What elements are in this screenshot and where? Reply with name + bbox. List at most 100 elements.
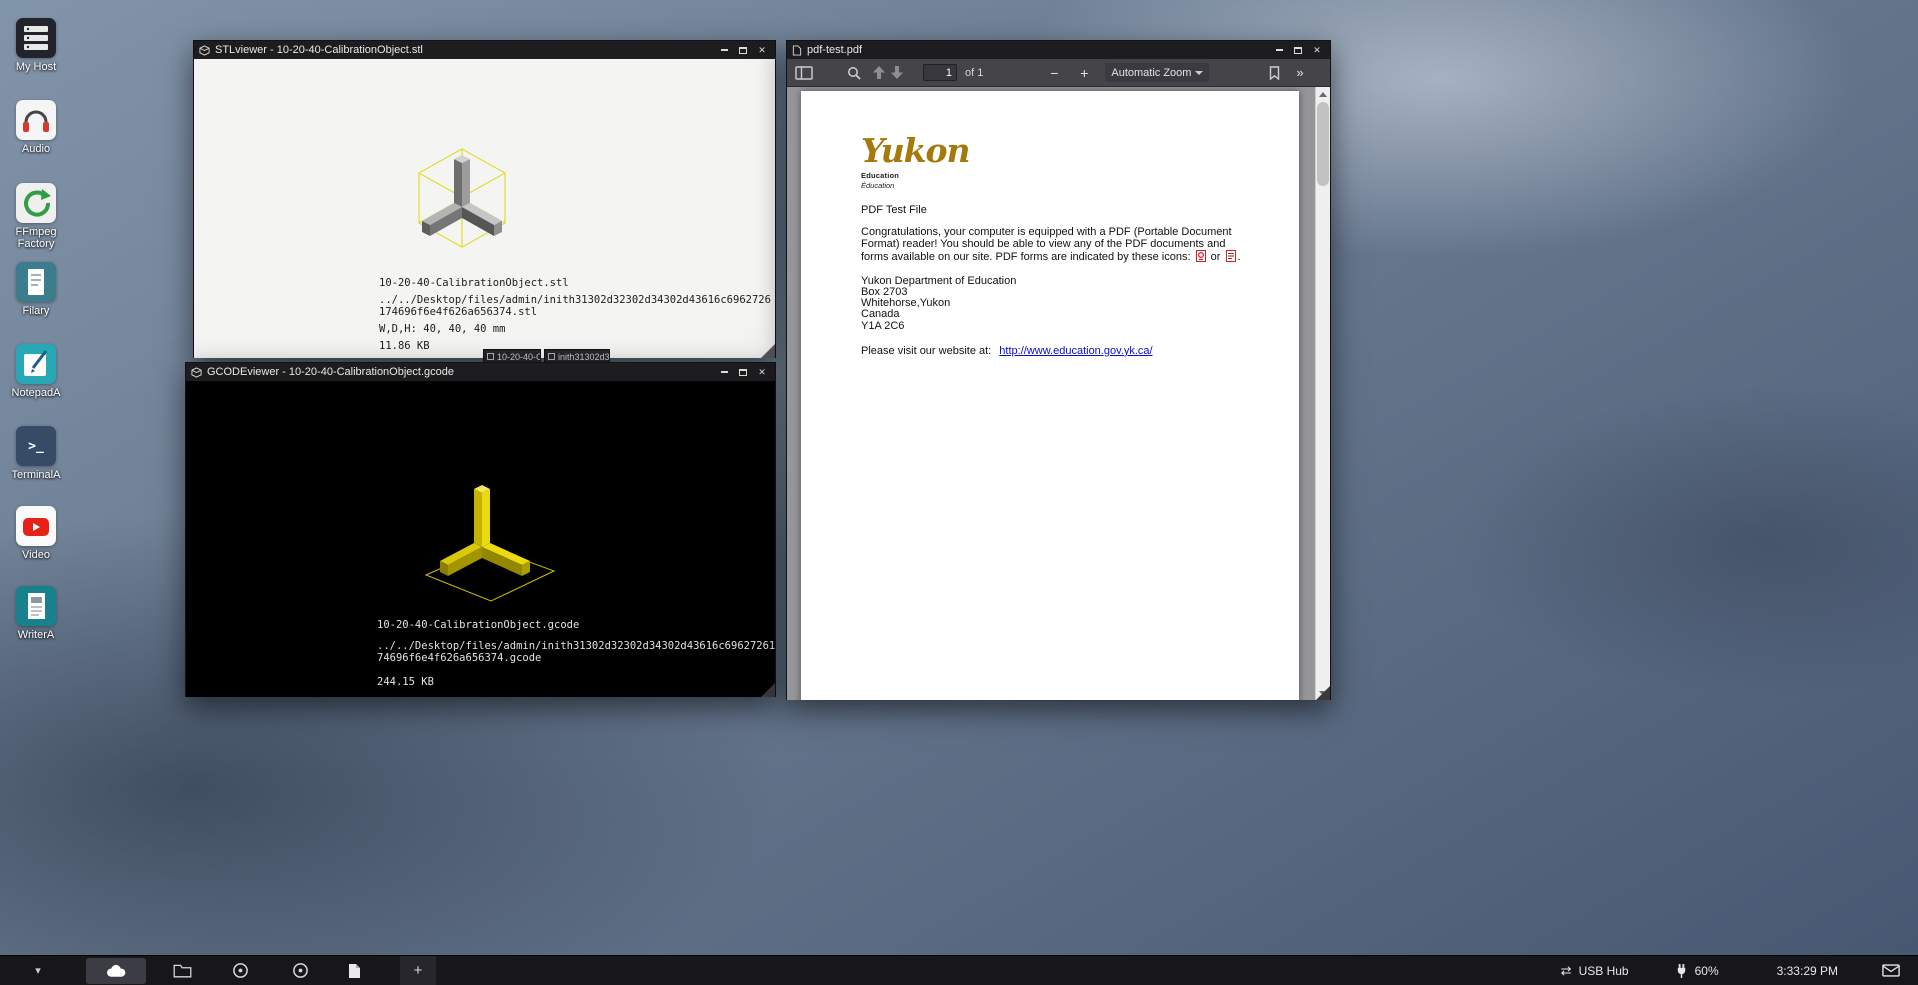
gcode-viewport[interactable]: 10-20-40-CalibrationObject.gcode ../../D… — [186, 381, 775, 697]
close-button[interactable]: ✕ — [754, 44, 770, 57]
fragment-title: inith31302d3 — [558, 352, 610, 362]
taskbar-new-button[interactable]: + — [400, 956, 436, 985]
desktop-icon-video[interactable]: Video — [0, 506, 72, 561]
next-page-button[interactable] — [891, 66, 903, 79]
taskbar-gcodeviewer-button[interactable] — [280, 956, 320, 985]
stl-filepath: ../../Desktop/files/admin/inith31302d323… — [379, 294, 771, 318]
address-line: Whitehorse,Yukon — [861, 298, 1241, 309]
desktop-icon-audio[interactable]: Audio — [0, 100, 72, 155]
stl-titlebar[interactable]: STLviewer - 10-20-40-CalibrationObject.s… — [194, 41, 775, 59]
stlviewer-window: STLviewer - 10-20-40-CalibrationObject.s… — [193, 40, 776, 358]
window-title: STLviewer - 10-20-40-CalibrationObject.s… — [215, 44, 423, 56]
close-icon: ✕ — [1313, 46, 1321, 55]
taskbar-files-button[interactable] — [162, 956, 202, 985]
resize-grip[interactable] — [761, 683, 775, 697]
scroll-up-arrow[interactable] — [1316, 87, 1330, 101]
taskbar-stlviewer-button[interactable] — [220, 956, 260, 985]
envelope-icon — [1882, 964, 1900, 977]
website-link[interactable]: http://www.education.gov.yk.ca/ — [999, 345, 1152, 357]
resize-grip[interactable] — [1316, 686, 1330, 700]
pdf-titlebar[interactable]: pdf-test.pdf ✕ — [787, 41, 1330, 59]
paragraph-text: Congratulations, your computer is equipp… — [861, 226, 1232, 263]
close-button[interactable]: ✕ — [754, 366, 770, 379]
bookmark-button[interactable] — [1269, 66, 1280, 80]
pdf-page: Yukon Education Éducation PDF Test File … — [801, 91, 1299, 700]
previous-page-button[interactable] — [873, 66, 885, 79]
scrollbar-thumb[interactable] — [1317, 102, 1329, 186]
mail-indicator[interactable] — [1882, 964, 1900, 977]
logo-subtitle-fr: Éducation — [861, 181, 1241, 190]
gcode-filepath: ../../Desktop/files/admin/inith31302d323… — [377, 640, 775, 664]
cube-app-icon — [199, 45, 210, 56]
filary-icon — [16, 262, 56, 302]
battery-status[interactable]: 60% — [1675, 964, 1719, 978]
plus-icon: + — [414, 962, 423, 979]
zoom-out-button[interactable]: − — [1047, 65, 1061, 81]
taskbar-pdf-button[interactable] — [334, 956, 374, 985]
maximize-button[interactable] — [1290, 44, 1306, 57]
usb-arrows-icon: ⇄ — [1561, 963, 1572, 979]
maximize-icon — [739, 47, 747, 54]
document-app-icon — [792, 45, 802, 56]
page-number-input[interactable] — [923, 64, 957, 81]
taskbar: ▾ — [0, 955, 1918, 985]
desktop-icon-label: Filary — [0, 305, 72, 317]
clock[interactable]: 3:33:29 PM — [1777, 964, 1838, 978]
taskbar-menu-button[interactable]: ▾ — [20, 956, 56, 985]
address-block: Yukon Department of Education Box 2703 W… — [861, 276, 1241, 332]
zoom-in-button[interactable]: + — [1077, 65, 1091, 81]
desktop-icon-terminala[interactable]: >_ TerminalA — [0, 426, 72, 481]
maximize-icon — [1294, 47, 1302, 54]
triangle-up-icon — [1319, 92, 1327, 97]
zoom-select-value: Automatic Zoom — [1111, 67, 1191, 79]
clock-label: 3:33:29 PM — [1777, 964, 1838, 978]
gcode-titlebar[interactable]: GCODEviewer - 10-20-40-CalibrationObject… — [186, 363, 775, 381]
desktop-icon-label: Video — [0, 549, 72, 561]
document-paragraph: Congratulations, your computer is equipp… — [861, 227, 1245, 264]
pdf-content-area[interactable]: Yukon Education Éducation PDF Test File … — [787, 87, 1330, 700]
writera-icon — [16, 586, 56, 626]
maximize-button[interactable] — [735, 366, 751, 379]
search-button[interactable] — [847, 66, 861, 80]
cloud-icon — [103, 962, 129, 980]
window-title: GCODEviewer - 10-20-40-CalibrationObject… — [207, 366, 454, 378]
minimize-button[interactable] — [716, 366, 732, 379]
address-line: Canada — [861, 309, 1241, 320]
stl-viewport[interactable]: 10-20-40-CalibrationObject.stl ../../Des… — [194, 59, 775, 358]
usb-hub-label: USB Hub — [1579, 964, 1629, 978]
close-button[interactable]: ✕ — [1309, 44, 1325, 57]
minimize-icon — [721, 49, 728, 51]
desktop-icon-writera[interactable]: WriterA — [0, 586, 72, 641]
sidebar-toggle-button[interactable] — [795, 66, 813, 80]
desktop: My Host Audio FFmpeg Factory — [0, 0, 1918, 985]
arrow-up-icon — [873, 66, 885, 79]
audio-icon — [16, 100, 56, 140]
usb-hub-status[interactable]: ⇄ USB Hub — [1561, 963, 1629, 979]
desktop-icon-ffmpeg-factory[interactable]: FFmpeg Factory — [0, 183, 72, 250]
taskbar-cloud-button[interactable] — [86, 958, 146, 984]
window-glyph-icon — [548, 353, 555, 360]
pdf-toolbar: of 1 − + Automatic Zoom » — [787, 59, 1330, 87]
desktop-icon-my-host[interactable]: My Host — [0, 18, 72, 73]
caret-down-icon: ▾ — [35, 964, 41, 977]
zoom-select[interactable]: Automatic Zoom — [1105, 63, 1209, 82]
minimize-button[interactable] — [716, 44, 732, 57]
resize-grip[interactable] — [761, 344, 775, 358]
pdf-acrobat-icon — [1196, 250, 1206, 262]
pdf-form-icon — [1226, 250, 1236, 262]
toolbar-more-button[interactable]: » — [1296, 65, 1303, 80]
spool-icon — [232, 962, 249, 979]
minimize-button[interactable] — [1271, 44, 1287, 57]
folder-icon — [173, 963, 192, 978]
website-label: Please visit our website at: — [861, 345, 991, 357]
desktop-icon-label: NotepadA — [0, 387, 72, 399]
minimize-icon — [721, 371, 728, 373]
desktop-icon-filary[interactable]: Filary — [0, 262, 72, 317]
ffmpeg-factory-icon — [16, 183, 56, 223]
battery-percent-label: 60% — [1695, 964, 1719, 978]
stl-3d-render — [402, 135, 522, 267]
scrollbar[interactable] — [1315, 87, 1330, 700]
maximize-button[interactable] — [735, 44, 751, 57]
desktop-icon-label: TerminalA — [0, 469, 72, 481]
desktop-icon-notepada[interactable]: NotepadA — [0, 344, 72, 399]
